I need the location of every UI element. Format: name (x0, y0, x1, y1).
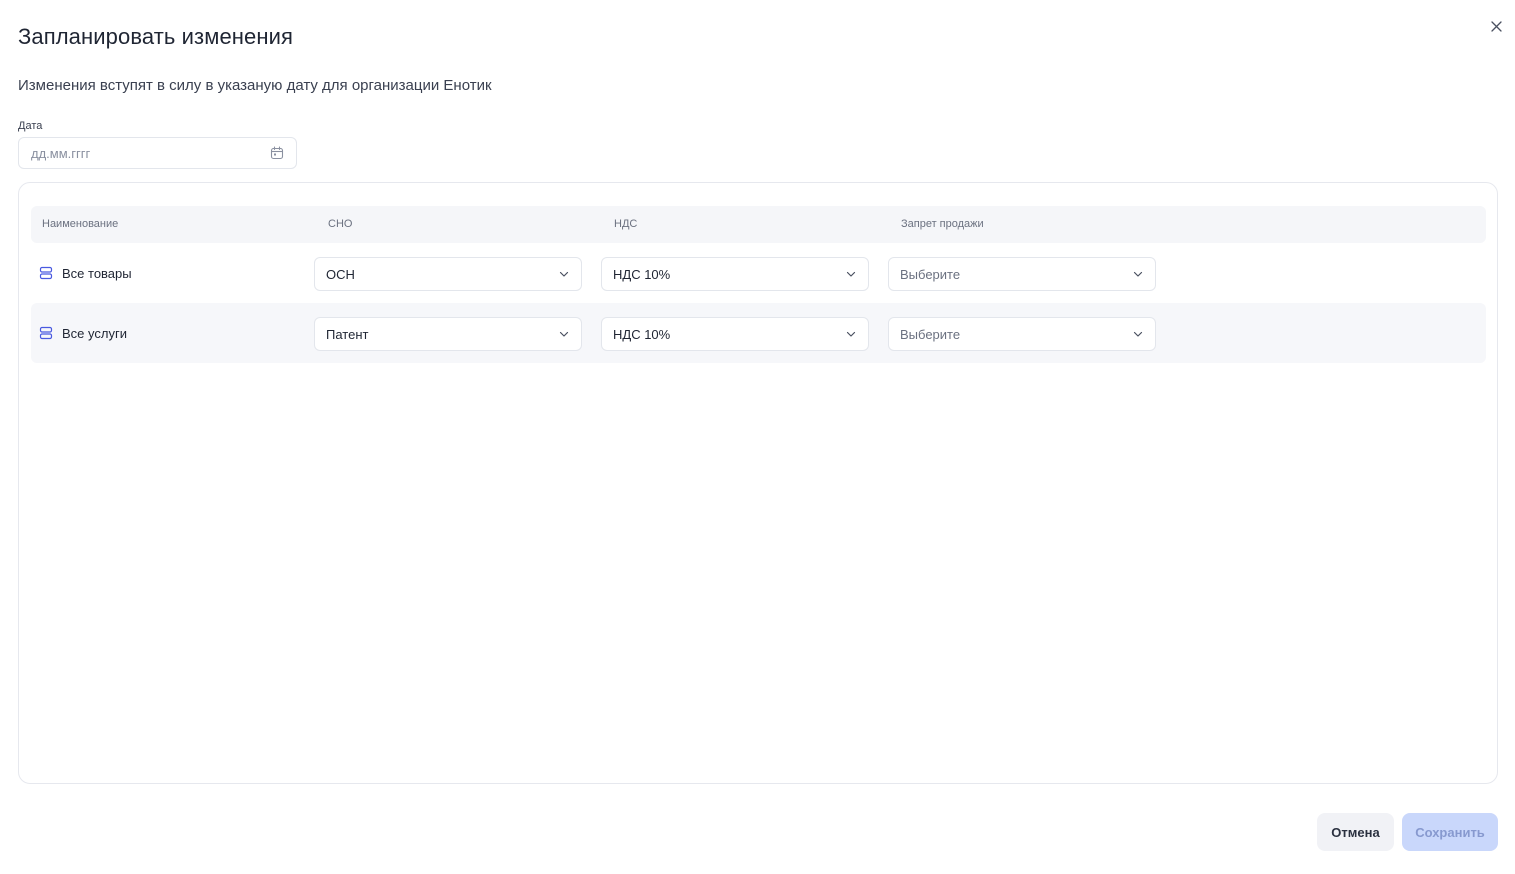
items-panel: Наименование СНО НДС Запрет продажи Все … (18, 182, 1498, 784)
row-name: Все товары (62, 265, 132, 281)
nds-select-value: НДС 10% (613, 326, 671, 342)
database-icon (39, 326, 53, 340)
row-name-cell: Все услуги (39, 303, 127, 363)
nds-select[interactable]: НДС 10% (601, 317, 869, 351)
database-icon (39, 266, 53, 280)
sno-select[interactable]: Патент (314, 317, 582, 351)
nds-select-value: НДС 10% (613, 266, 671, 282)
dialog-subtitle: Изменения вступят в силу в указаную дату… (18, 77, 492, 94)
row-name: Все услуги (62, 325, 127, 341)
sale-ban-select[interactable]: Выберите (888, 317, 1156, 351)
header-sale-ban: Запрет продажи (901, 218, 984, 230)
row-name-cell: Все товары (39, 243, 132, 303)
date-field[interactable] (18, 137, 297, 169)
sno-select-value: ОСН (326, 266, 355, 282)
sno-select-value: Патент (326, 326, 369, 342)
chevron-down-icon (558, 328, 570, 340)
chevron-down-icon (1132, 268, 1144, 280)
close-icon (1490, 20, 1502, 32)
sale-ban-select-value: Выберите (900, 266, 961, 282)
date-label: Дата (18, 120, 43, 132)
close-button[interactable] (1486, 16, 1506, 36)
header-sno: СНО (328, 218, 353, 230)
nds-select[interactable]: НДС 10% (601, 257, 869, 291)
table-row: Все товары ОСН НДС 10% Выберите (31, 243, 1486, 303)
chevron-down-icon (845, 328, 857, 340)
calendar-icon[interactable] (270, 146, 284, 160)
cancel-button[interactable]: Отмена (1317, 813, 1394, 851)
date-input[interactable] (31, 145, 270, 161)
table-header: Наименование СНО НДС Запрет продажи (31, 206, 1486, 243)
save-button[interactable]: Сохранить (1402, 813, 1498, 851)
chevron-down-icon (1132, 328, 1144, 340)
dialog-title: Запланировать изменения (18, 24, 294, 49)
sno-select[interactable]: ОСН (314, 257, 582, 291)
header-nds: НДС (614, 218, 638, 230)
chevron-down-icon (558, 268, 570, 280)
chevron-down-icon (845, 268, 857, 280)
sale-ban-select-value: Выберите (900, 326, 961, 342)
table-row: Все услуги Патент НДС 10% Выберите (31, 303, 1486, 363)
sale-ban-select[interactable]: Выберите (888, 257, 1156, 291)
header-name: Наименование (42, 218, 119, 230)
